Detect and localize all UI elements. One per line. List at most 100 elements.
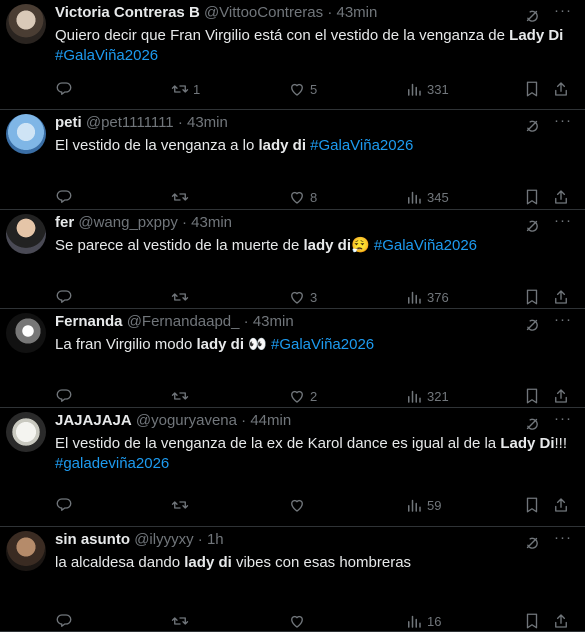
timestamp[interactable]: 43min [253, 313, 294, 330]
reply-button[interactable] [55, 187, 77, 207]
more-options-button[interactable]: ··· [553, 3, 573, 24]
user-handle[interactable]: @VittooContreras [204, 4, 323, 21]
tweet-text: El vestido de la venganza de la ex de Ka… [55, 434, 575, 474]
avatar[interactable] [6, 214, 46, 254]
hashtag-link[interactable]: #galadeviña2026 [55, 455, 169, 472]
share-icon [555, 389, 567, 403]
bookmark-button[interactable] [523, 386, 541, 406]
separator-dot: · [197, 531, 203, 548]
timeline-feed: Victoria Contreras B @VittooContreras · … [0, 0, 585, 632]
grok-icon[interactable] [523, 534, 541, 552]
tweet[interactable]: Fernanda @Fernandaapd_ · 43min ··· La fran… [0, 309, 585, 408]
reply-button[interactable] [55, 79, 77, 99]
retweet-button[interactable] [171, 495, 193, 515]
avatar[interactable] [6, 114, 46, 154]
like-count: 5 [310, 81, 318, 97]
views-button[interactable]: 376 [405, 287, 449, 307]
user-name[interactable]: JAJAJAJA [55, 412, 132, 429]
tweet-actions: 59 [55, 495, 575, 515]
tweet[interactable]: fer @wang_pxppy · 43min ··· Se parece al v… [0, 210, 585, 309]
bookmark-icon [526, 289, 538, 305]
hashtag-link[interactable]: #GalaViña2026 [374, 237, 477, 254]
retweet-button[interactable]: 1 [171, 79, 200, 99]
bookmark-button[interactable] [523, 287, 541, 307]
avatar[interactable] [6, 313, 46, 353]
retweet-button[interactable] [171, 187, 193, 207]
timestamp[interactable]: 43min [336, 4, 377, 21]
user-name[interactable]: fer [55, 214, 74, 231]
share-button[interactable] [552, 287, 570, 307]
more-options-button[interactable]: ··· [553, 113, 573, 134]
views-button[interactable]: 16 [405, 611, 441, 631]
avatar[interactable] [6, 412, 46, 452]
share-button[interactable] [552, 386, 570, 406]
like-button[interactable]: 8 [288, 187, 317, 207]
timestamp[interactable]: 1h [207, 531, 224, 548]
user-handle[interactable]: @pet1111111 [86, 114, 174, 131]
views-icon [408, 390, 421, 403]
bookmark-button[interactable] [523, 495, 541, 515]
more-options-button[interactable]: ··· [553, 213, 573, 234]
more-options-button[interactable]: ··· [553, 312, 573, 333]
text-segment: !!! [554, 435, 568, 452]
text-segment: 😮‍💨 [351, 237, 374, 254]
views-button[interactable]: 59 [405, 495, 441, 515]
user-name[interactable]: peti [55, 114, 82, 131]
timestamp[interactable]: 43min [187, 114, 228, 131]
tweet-text: La fran Virgilio modo lady di 👀 #GalaViñ… [55, 335, 575, 355]
more-options-button[interactable]: ··· [553, 530, 573, 551]
share-button[interactable] [552, 79, 570, 99]
grok-icon[interactable] [523, 217, 541, 235]
retweet-button[interactable] [171, 386, 193, 406]
like-button[interactable] [288, 611, 310, 631]
avatar[interactable] [6, 531, 46, 571]
like-button[interactable]: 3 [288, 287, 317, 307]
tweet[interactable]: peti @pet1111111 · 43min ··· El vestido de… [0, 110, 585, 210]
retweet-button[interactable] [171, 611, 193, 631]
bookmark-button[interactable] [523, 187, 541, 207]
grok-icon[interactable] [523, 415, 541, 433]
grok-icon[interactable] [523, 7, 541, 25]
like-button[interactable]: 5 [288, 79, 317, 99]
bookmark-button[interactable] [523, 79, 541, 99]
tweet[interactable]: Victoria Contreras B @VittooContreras · … [0, 0, 585, 110]
hashtag-link[interactable]: #GalaViña2026 [310, 137, 413, 154]
bookmark-button[interactable] [523, 611, 541, 631]
views-button[interactable]: 331 [405, 79, 449, 99]
reply-button[interactable] [55, 287, 77, 307]
grok-icon-svg [526, 10, 538, 22]
share-button[interactable] [552, 611, 570, 631]
hashtag-link[interactable]: #GalaViña2026 [55, 47, 158, 64]
grok-icon[interactable] [523, 117, 541, 135]
reply-icon [56, 614, 72, 627]
text-segment: vibes con esas hombreras [231, 554, 412, 571]
reply-button[interactable] [55, 386, 77, 406]
grok-icon[interactable] [523, 316, 541, 334]
more-options-button[interactable]: ··· [553, 411, 573, 432]
retweet-button[interactable] [171, 287, 193, 307]
share-button[interactable] [552, 187, 570, 207]
user-handle[interactable]: @Fernandaapd_ [127, 313, 240, 330]
user-name[interactable]: sin asunto [55, 531, 130, 548]
separator-dot: · [241, 412, 247, 429]
tweet[interactable]: sin asunto @ilyyyxy · 1h ··· la alcaldesa … [0, 527, 585, 632]
tweet[interactable]: JAJAJAJA @yoguryavena · 44min ··· El vesti… [0, 408, 585, 527]
share-button[interactable] [552, 495, 570, 515]
reply-button[interactable] [55, 495, 77, 515]
reply-button[interactable] [55, 611, 77, 631]
views-icon [408, 83, 421, 96]
views-button[interactable]: 321 [405, 386, 449, 406]
like-button[interactable]: 2 [288, 386, 317, 406]
user-handle[interactable]: @yoguryavena [136, 412, 237, 429]
views-button[interactable]: 345 [405, 187, 449, 207]
timestamp[interactable]: 44min [250, 412, 291, 429]
user-handle[interactable]: @wang_pxppy [78, 214, 177, 231]
user-name[interactable]: Victoria Contreras B [55, 4, 200, 21]
user-handle[interactable]: @ilyyyxy [134, 531, 193, 548]
user-name[interactable]: Fernanda [55, 313, 123, 330]
like-button[interactable] [288, 495, 310, 515]
avatar[interactable] [6, 4, 46, 44]
timestamp[interactable]: 43min [191, 214, 232, 231]
hashtag-link[interactable]: #GalaViña2026 [271, 336, 374, 353]
tweet-header: Victoria Contreras B @VittooContreras · … [55, 2, 575, 24]
